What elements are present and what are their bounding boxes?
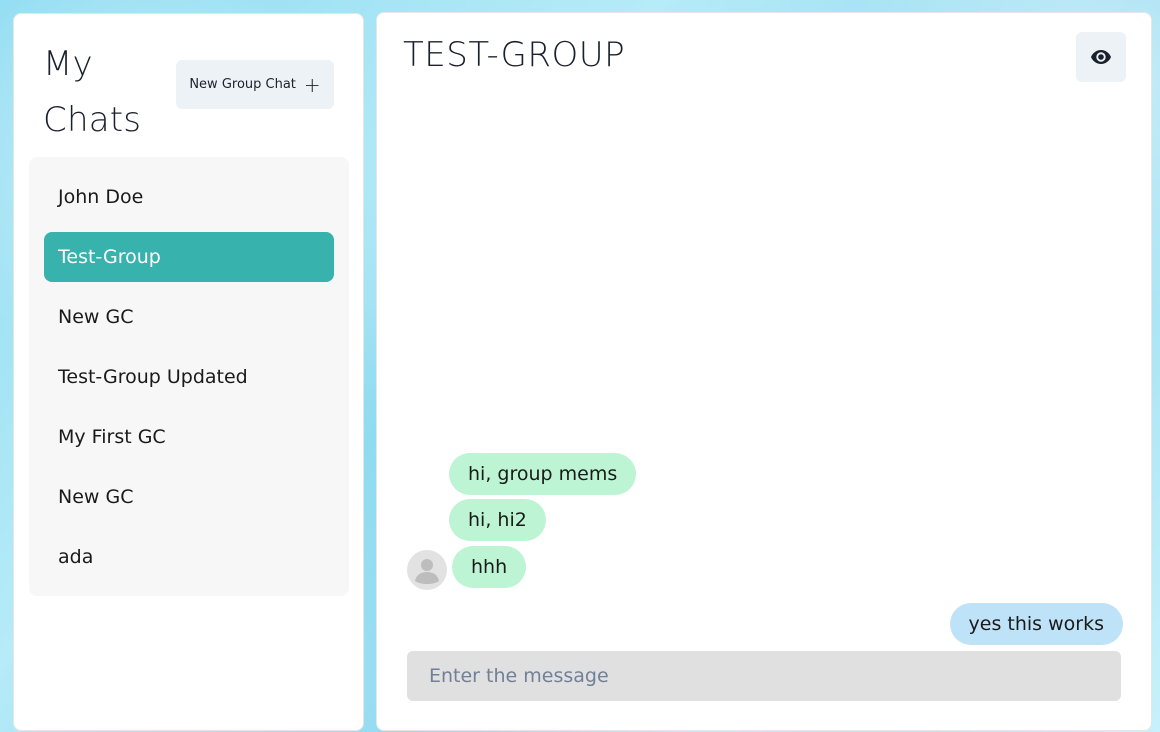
sender-avatar[interactable] bbox=[407, 550, 447, 590]
my-chats-panel: My Chats New Group Chat + John Doe Test-… bbox=[13, 13, 364, 731]
message-bubble: hi, group mems bbox=[449, 453, 637, 495]
message-text: hhh bbox=[471, 556, 508, 578]
eye-icon bbox=[1091, 50, 1111, 64]
message-input-wrapper bbox=[407, 651, 1121, 701]
chat-item-new-gc-2[interactable]: New GC bbox=[44, 472, 334, 522]
chat-item-test-group-updated[interactable]: Test-Group Updated bbox=[44, 352, 334, 402]
chat-list: John Doe Test-Group New GC Test-Group Up… bbox=[29, 157, 349, 596]
plus-icon: + bbox=[303, 72, 321, 97]
chat-item-label: John Doe bbox=[58, 186, 144, 208]
chat-item-label: New GC bbox=[58, 486, 134, 508]
message-text: hi, hi2 bbox=[468, 509, 527, 531]
new-group-chat-button[interactable]: New Group Chat + bbox=[176, 60, 334, 109]
message-list: hi, group mems hi, hi2 hhh yes this work… bbox=[407, 93, 1123, 648]
chat-item-label: My First GC bbox=[58, 426, 166, 448]
new-group-chat-label: New Group Chat bbox=[189, 77, 296, 92]
chat-item-label: Test-Group Updated bbox=[58, 366, 248, 388]
chat-window: TEST-GROUP hi, group mems hi, hi2 hhh ye… bbox=[376, 12, 1152, 731]
chat-item-test-group[interactable]: Test-Group bbox=[44, 232, 334, 282]
my-chats-title: My Chats bbox=[43, 44, 142, 140]
chat-item-new-gc[interactable]: New GC bbox=[44, 292, 334, 342]
message-bubble-self: yes this works bbox=[949, 603, 1123, 645]
chat-title: TEST-GROUP bbox=[403, 35, 626, 75]
view-details-button[interactable] bbox=[1076, 32, 1126, 82]
message-text: hi, group mems bbox=[468, 463, 618, 485]
user-icon bbox=[415, 559, 439, 584]
chat-item-my-first-gc[interactable]: My First GC bbox=[44, 412, 334, 462]
chat-item-john-doe[interactable]: John Doe bbox=[44, 172, 334, 222]
message-text: yes this works bbox=[968, 613, 1104, 635]
chat-item-label: New GC bbox=[58, 306, 134, 328]
message-bubble: hi, hi2 bbox=[449, 499, 546, 541]
chat-item-label: Test-Group bbox=[58, 246, 161, 268]
message-bubble: hhh bbox=[452, 546, 527, 588]
message-input[interactable] bbox=[407, 651, 1121, 701]
chat-item-label: ada bbox=[58, 546, 94, 568]
chat-item-ada[interactable]: ada bbox=[44, 532, 334, 582]
